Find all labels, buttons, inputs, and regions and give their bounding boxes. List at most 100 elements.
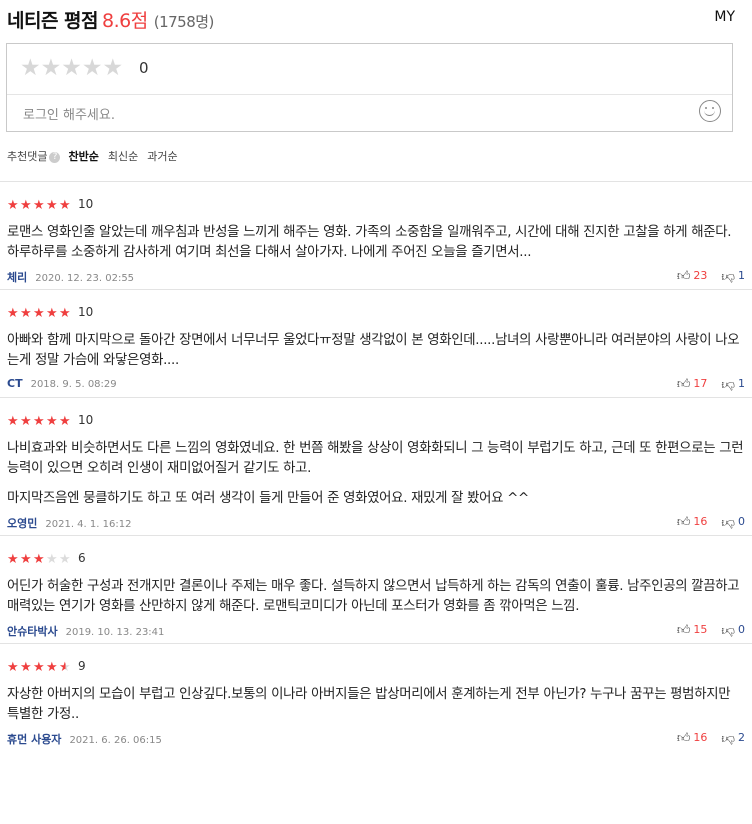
review-text: 아빠와 함께 마지막으로 돌아간 장면에서 너무너무 울었다ㅠ정말 생각없이 본… [7, 331, 745, 371]
dislike-count: 0 [738, 623, 745, 636]
review-score: 10 [78, 305, 94, 319]
like-count: 16 [693, 731, 708, 744]
sort-option-votes[interactable]: 찬반순 [68, 150, 98, 163]
review-item: ★★★★★ 10 로맨스 영화인줄 알았는데 깨우침과 반성을 느끼게 해주는 영화… [0, 181, 752, 289]
like-button[interactable]: 👍︎ 15 [677, 623, 708, 638]
thumbs-down-icon: 👍︎ [721, 623, 735, 638]
dislike-button[interactable]: 👍︎ 1 [721, 269, 745, 284]
review-paragraph: 아빠와 함께 마지막으로 돌아간 장면에서 너무너무 울었다ㅠ정말 생각없이 본… [7, 333, 740, 368]
star-icon[interactable]: ★ [41, 55, 62, 81]
selected-score: 0 [139, 59, 149, 77]
review-rating: ★★★★★ 9 [7, 656, 745, 675]
review-score: 10 [78, 413, 94, 427]
thumbs-up-icon: 👍︎ [676, 731, 691, 746]
star-icon: ★ [46, 414, 58, 429]
review-score: 9 [78, 659, 86, 673]
review-author[interactable]: CT [7, 377, 23, 390]
review-author[interactable]: 오영민 [7, 517, 37, 530]
divider [7, 94, 732, 95]
review-item: ★★★★★ 6 어딘가 허술한 구성과 전개지만 결론이나 주제는 매우 좋다. 설… [0, 535, 752, 643]
star-icon: ★ [20, 414, 32, 429]
review-item: ★★★★★ 10 아빠와 함께 마지막으로 돌아간 장면에서 너무너무 울었다ㅠ정말… [0, 289, 752, 397]
thumbs-up-icon: 👍︎ [676, 269, 691, 284]
review-actions: 👍︎ 15 👍︎ 0 [663, 623, 745, 638]
star-icon: ★ [20, 660, 32, 675]
review-date: 2018. 9. 5. 08:29 [30, 379, 117, 390]
review-meta: 오영민 2021. 4. 1. 16:12 👍︎ 16 👍︎ 0 [7, 515, 745, 535]
review-score: 6 [78, 551, 86, 565]
star-icon: ★ [7, 660, 19, 675]
page-title: 네티즌 평점 8.6점 (1758명) [7, 6, 214, 33]
review-item: ★★★★★ 10 나비효과와 비슷하면서도 다른 느낌의 영화였네요. 한 번쯤 해… [0, 397, 752, 535]
star-icon: ★ [59, 660, 71, 675]
average-score: 8.6점 [102, 10, 148, 32]
like-button[interactable]: 👍︎ 16 [677, 515, 708, 530]
my-link[interactable]: MY [714, 9, 735, 25]
sort-option-newest[interactable]: 최신순 [108, 150, 138, 163]
dislike-count: 1 [738, 269, 745, 282]
star-icon: ★ [46, 198, 58, 213]
review-date: 2020. 12. 23. 02:55 [35, 273, 135, 284]
star-icon: ★ [20, 552, 32, 567]
star-icon: ★ [46, 306, 58, 321]
review-text: 나비효과와 비슷하면서도 다른 느낌의 영화였네요. 한 번쯤 해봤을 상상이 … [7, 439, 745, 509]
star-icon: ★ [7, 552, 19, 567]
dislike-button[interactable]: 👍︎ 2 [721, 731, 745, 746]
review-input[interactable]: 로그인 해주세요. [23, 104, 115, 123]
review-actions: 👍︎ 17 👍︎ 1 [663, 377, 745, 392]
star-icon: ★ [33, 198, 45, 213]
review-rating: ★★★★★ 10 [7, 410, 745, 429]
star-icon: ★ [46, 660, 58, 675]
review-meta: 휴먼 사용자 2021. 6. 26. 06:15 👍︎ 16 👍︎ 2 [7, 731, 745, 751]
review-date: 2021. 6. 26. 06:15 [69, 735, 162, 746]
dislike-count: 1 [738, 377, 745, 390]
like-button[interactable]: 👍︎ 23 [677, 269, 708, 284]
dislike-button[interactable]: 👍︎ 0 [721, 623, 745, 638]
review-meta: CT 2018. 9. 5. 08:29 👍︎ 17 👍︎ 1 [7, 377, 745, 397]
dislike-button[interactable]: 👍︎ 0 [721, 515, 745, 530]
star-rating-input[interactable]: ★★★★★ [20, 55, 124, 81]
like-count: 17 [693, 377, 708, 390]
star-icon[interactable]: ★ [61, 55, 82, 81]
review-paragraph: 마지막즈음엔 뭉클하기도 하고 또 여러 생각이 들게 만들어 준 영화였어요.… [7, 491, 529, 506]
review-paragraph: 나비효과와 비슷하면서도 다른 느낌의 영화였네요. 한 번쯤 해봤을 상상이 … [7, 441, 744, 476]
review-author[interactable]: 체리 [7, 271, 27, 284]
review-meta: 체리 2020. 12. 23. 02:55 👍︎ 23 👍︎ 1 [7, 269, 745, 289]
star-icon: ★ [20, 198, 32, 213]
review-list: ★★★★★ 10 로맨스 영화인줄 알았는데 깨우침과 반성을 느끼게 해주는 영화… [0, 181, 752, 751]
dislike-button[interactable]: 👍︎ 1 [721, 377, 745, 392]
review-date: 2021. 4. 1. 16:12 [45, 519, 132, 530]
review-item: ★★★★★ 9 자상한 아버지의 모습이 부럽고 인상깊다.보통의 이나라 아버지들… [0, 643, 752, 751]
review-rating: ★★★★★ 10 [7, 194, 745, 213]
star-icon[interactable]: ★ [20, 55, 41, 81]
review-write-box: ★★★★★ 0 로그인 해주세요. [6, 43, 733, 132]
thumbs-down-icon: 👍︎ [721, 731, 735, 746]
review-text: 어딘가 허술한 구성과 전개지만 결론이나 주제는 매우 좋다. 설득하지 않으… [7, 577, 745, 617]
review-actions: 👍︎ 16 👍︎ 2 [663, 731, 745, 746]
star-icon: ★ [7, 306, 19, 321]
review-actions: 👍︎ 16 👍︎ 0 [663, 515, 745, 530]
title-text: 네티즌 평점 [7, 10, 99, 32]
like-button[interactable]: 👍︎ 17 [677, 377, 708, 392]
star-icon: ★ [7, 414, 19, 429]
star-icon[interactable]: ★ [103, 55, 124, 81]
star-icon[interactable]: ★ [82, 55, 103, 81]
review-date: 2019. 10. 13. 23:41 [65, 627, 165, 638]
like-button[interactable]: 👍︎ 16 [677, 731, 708, 746]
review-text: 로맨스 영화인줄 알았는데 깨우침과 반성을 느끼게 해주는 영화. 가족의 소… [7, 223, 745, 263]
smiley-icon[interactable] [699, 100, 721, 122]
review-paragraph: 어딘가 허술한 구성과 전개지만 결론이나 주제는 매우 좋다. 설득하지 않으… [7, 579, 740, 614]
review-author[interactable]: 안슈타박사 [7, 625, 58, 638]
review-meta: 안슈타박사 2019. 10. 13. 23:41 👍︎ 15 👍︎ 0 [7, 623, 745, 643]
review-author[interactable]: 휴먼 사용자 [7, 733, 61, 746]
star-icon: ★ [33, 306, 45, 321]
help-icon[interactable]: ? [49, 152, 61, 163]
review-text: 자상한 아버지의 모습이 부럽고 인상깊다.보통의 이나라 아버지들은 밥상머리… [7, 685, 745, 725]
dislike-count: 2 [738, 731, 745, 744]
sort-option-oldest[interactable]: 과거순 [147, 150, 177, 163]
like-count: 23 [693, 269, 708, 282]
like-count: 15 [693, 623, 708, 636]
thumbs-up-icon: 👍︎ [676, 515, 691, 530]
thumbs-down-icon: 👍︎ [721, 515, 735, 530]
review-score: 10 [78, 197, 94, 211]
